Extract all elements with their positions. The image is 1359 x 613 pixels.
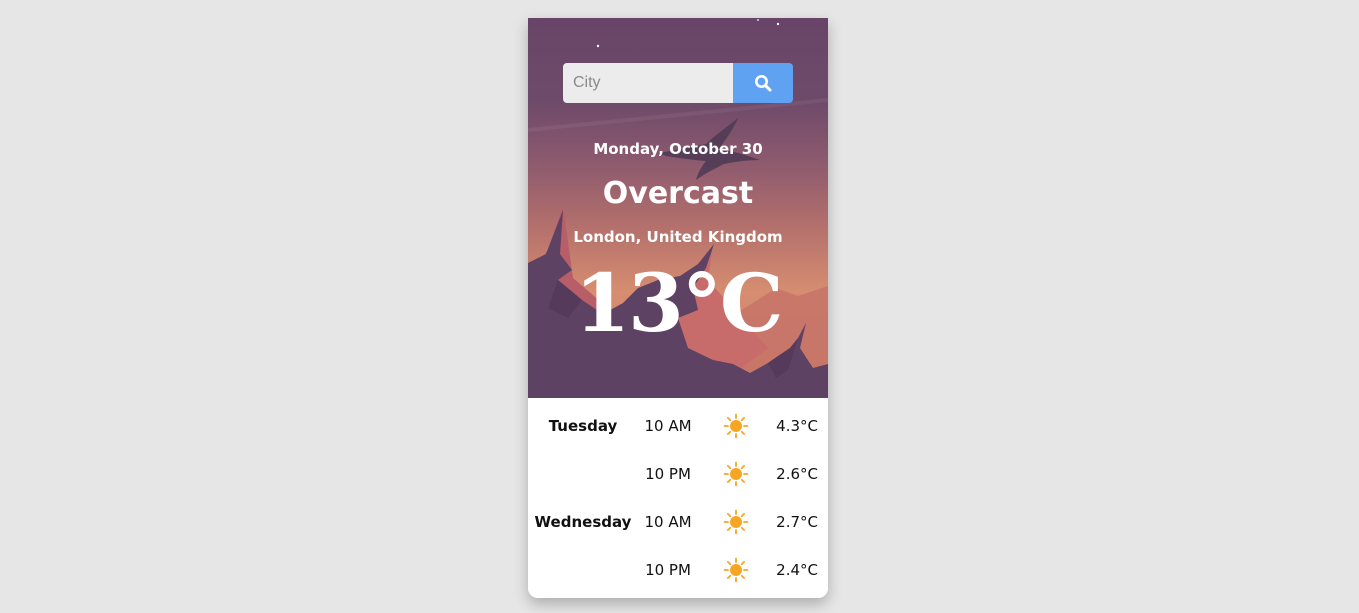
forecast-row: 10 PM 2.6°C — [528, 450, 828, 498]
search-icon — [755, 75, 772, 92]
forecast-day — [528, 546, 638, 594]
weather-app: Monday, October 30 Overcast London, Unit… — [528, 18, 828, 598]
forecast-row: Tuesday 10 AM 4.3°C — [528, 402, 828, 450]
sun-icon — [723, 509, 749, 535]
forecast-time: 10 AM — [644, 513, 692, 531]
sun-icon — [723, 413, 749, 439]
forecast-time: 10 PM — [645, 465, 691, 483]
forecast-temp: 2.4°C — [776, 561, 818, 579]
city-search-input[interactable] — [563, 63, 733, 103]
forecast-day: Wednesday — [534, 513, 632, 531]
sun-icon — [723, 461, 749, 487]
forecast-day — [528, 450, 638, 498]
current-temperature: 13°C — [574, 256, 784, 350]
location-label: London, United Kingdom — [573, 228, 783, 246]
forecast-table: Tuesday 10 AM 4.3°C 10 PM 2.6°C Wednesda… — [528, 398, 828, 598]
current-date: Monday, October 30 — [593, 140, 763, 158]
weather-condition: Overcast — [602, 176, 754, 211]
search-bar — [563, 63, 793, 103]
sun-icon — [723, 557, 749, 583]
forecast-time: 10 PM — [645, 561, 691, 579]
forecast-row: Wednesday 10 AM 2.7°C — [528, 498, 828, 546]
forecast-temp: 2.7°C — [776, 513, 818, 531]
forecast-day: Tuesday — [548, 417, 618, 435]
weather-hero: Monday, October 30 Overcast London, Unit… — [528, 18, 828, 398]
forecast-temp: 2.6°C — [776, 465, 818, 483]
forecast-time: 10 AM — [644, 417, 692, 435]
forecast-row: 10 PM 2.4°C — [528, 546, 828, 594]
forecast-temp: 4.3°C — [776, 417, 818, 435]
search-button[interactable] — [733, 63, 793, 103]
